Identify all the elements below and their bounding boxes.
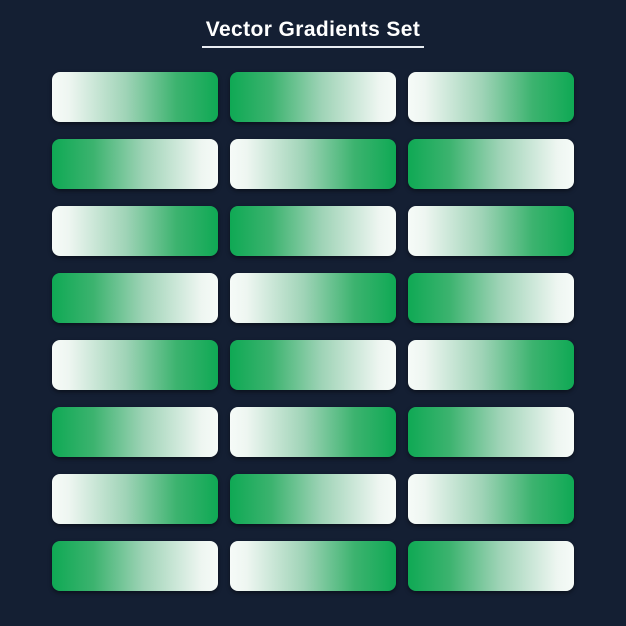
- gradient-swatch[interactable]: [230, 340, 396, 390]
- gradient-swatch[interactable]: [52, 340, 218, 390]
- gradient-swatch[interactable]: [230, 273, 396, 323]
- gradient-swatch[interactable]: [230, 72, 396, 122]
- gradient-swatch[interactable]: [408, 474, 574, 524]
- page-title-block: Vector Gradients Set: [0, 18, 626, 48]
- gradient-swatch[interactable]: [408, 541, 574, 591]
- gradient-swatch[interactable]: [230, 139, 396, 189]
- gradient-swatch[interactable]: [408, 407, 574, 457]
- gradient-swatch[interactable]: [230, 407, 396, 457]
- gradient-swatch[interactable]: [408, 139, 574, 189]
- gradient-swatch[interactable]: [230, 541, 396, 591]
- gradient-swatch[interactable]: [408, 72, 574, 122]
- gradient-swatch[interactable]: [52, 273, 218, 323]
- gradient-swatch[interactable]: [52, 206, 218, 256]
- gradient-set-poster: Vector Gradients Set: [0, 0, 626, 626]
- gradient-swatch[interactable]: [230, 206, 396, 256]
- gradient-swatch[interactable]: [52, 72, 218, 122]
- page-title: Vector Gradients Set: [201, 18, 425, 48]
- gradient-swatch[interactable]: [52, 541, 218, 591]
- gradient-swatch[interactable]: [230, 474, 396, 524]
- gradient-swatch[interactable]: [408, 206, 574, 256]
- gradient-swatch-grid: [52, 72, 574, 591]
- gradient-swatch[interactable]: [52, 139, 218, 189]
- gradient-swatch[interactable]: [52, 474, 218, 524]
- gradient-swatch[interactable]: [52, 407, 218, 457]
- gradient-swatch[interactable]: [408, 340, 574, 390]
- gradient-swatch[interactable]: [408, 273, 574, 323]
